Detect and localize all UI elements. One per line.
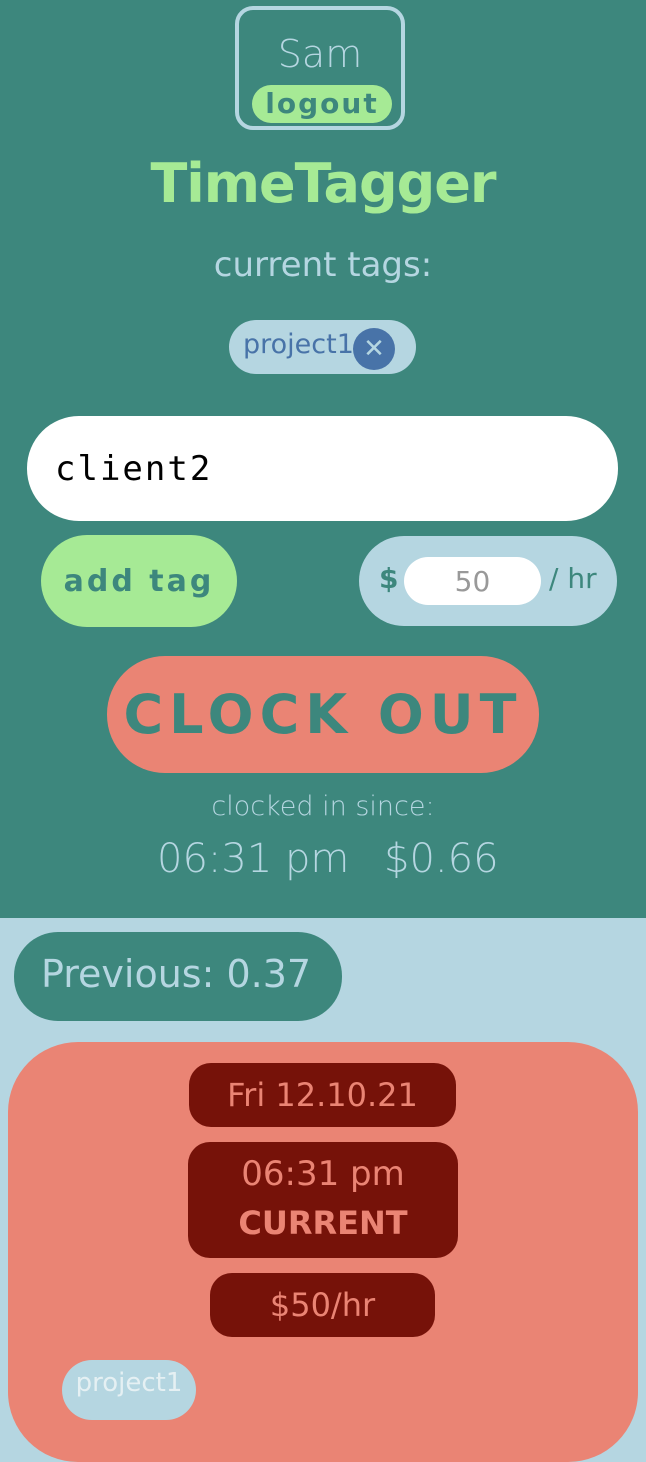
previous-total-badge[interactable]: Previous: 0.37 [14, 932, 342, 1021]
add-tag-button[interactable]: add tag [41, 535, 237, 627]
clock-out-button[interactable]: CLOCK OUT [107, 656, 539, 773]
user-box: Sam logout [235, 6, 405, 130]
entry-status: CURRENT [238, 1204, 408, 1242]
entry-tag-chip: project1 [62, 1360, 196, 1420]
header-panel: Sam logout TimeTagger current tags: proj… [0, 0, 646, 918]
previous-total-label: Previous: 0.37 [41, 952, 312, 996]
current-tag-label: project1 [243, 329, 354, 360]
logout-button[interactable]: logout [252, 85, 392, 123]
tag-input[interactable] [27, 416, 618, 521]
close-icon[interactable]: ✕ [353, 328, 395, 370]
hourly-rate-input[interactable] [404, 557, 541, 605]
earned-amount: $0.66 [384, 836, 499, 882]
entry-time-box: 06:31 pm CURRENT [188, 1142, 458, 1258]
entry-tag-label: project1 [75, 1368, 183, 1398]
current-tags-label: current tags: [213, 245, 433, 285]
entry-date: Fri 12.10.21 [189, 1063, 456, 1127]
app-title: TimeTagger [150, 152, 496, 215]
clocked-in-time: 06:31 pm [157, 836, 350, 882]
hourly-rate-box: $ / hr [359, 536, 617, 626]
entry-rate: $50/hr [210, 1273, 435, 1337]
clocked-in-since-label: clocked in since: [211, 791, 435, 822]
entry-start-time: 06:31 pm [241, 1154, 405, 1194]
rate-currency-symbol: $ [379, 562, 399, 595]
user-name: Sam [277, 32, 363, 76]
rate-unit-label: / hr [549, 562, 597, 595]
